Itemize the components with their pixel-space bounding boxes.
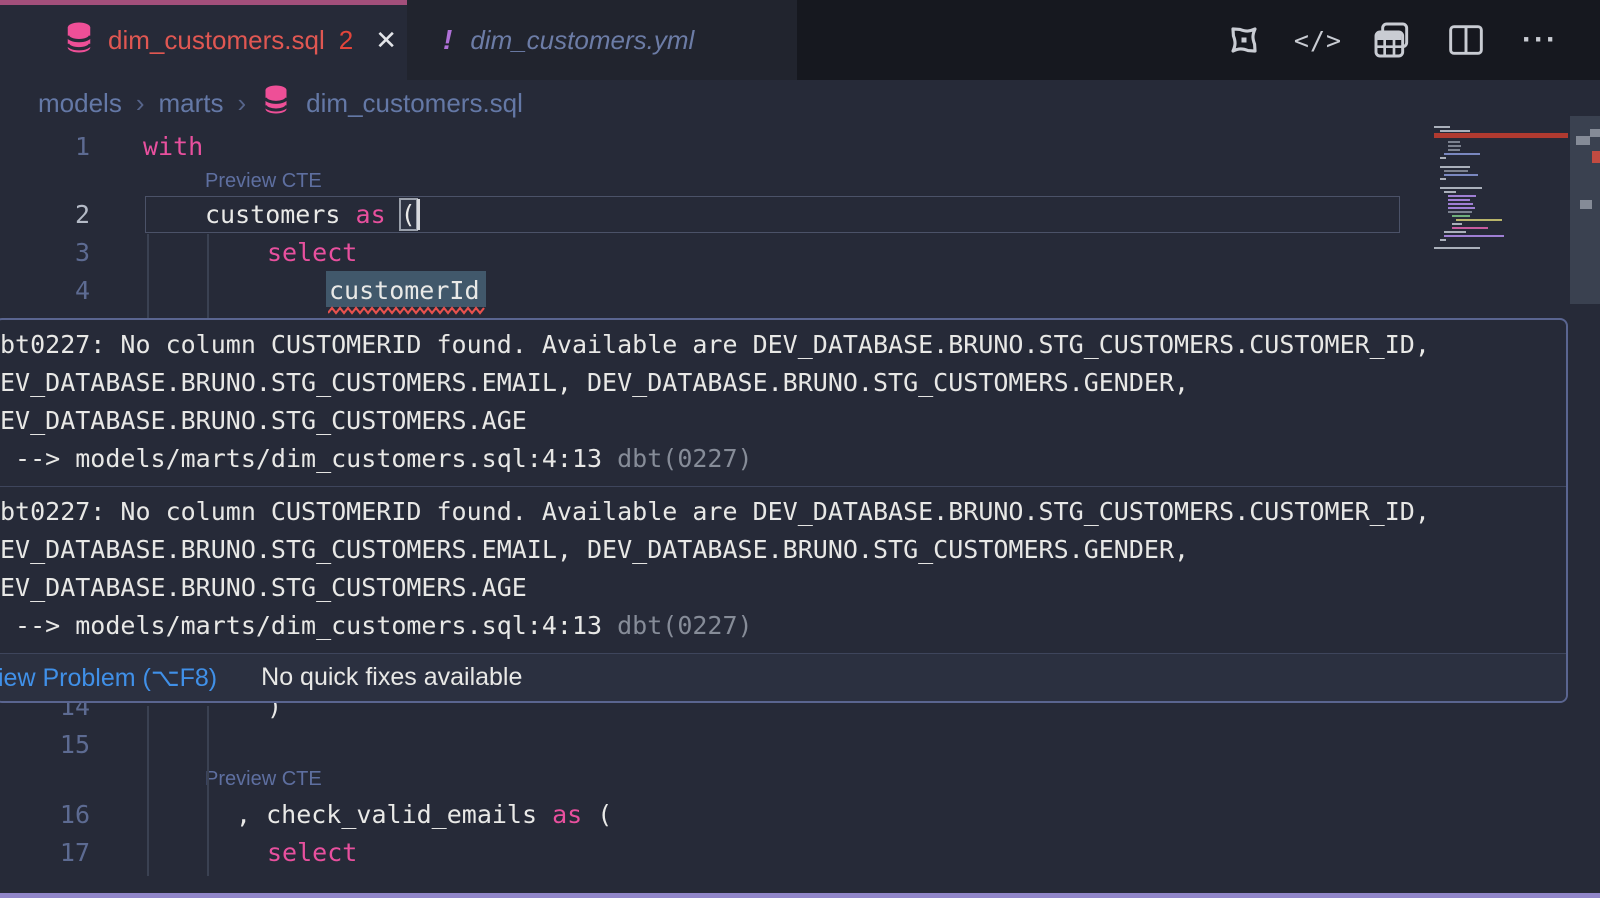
code-line-4[interactable]: 4 customerId xyxy=(0,272,1430,310)
tab-diagnostic-badge: 2 xyxy=(339,25,353,56)
diagnostic-text: EV_DATABASE.BRUNO.STG_CUSTOMERS.EMAIL, D… xyxy=(0,364,1562,402)
diagnostic-source: dbt(0227) xyxy=(617,444,752,473)
chevron-right-icon: › xyxy=(238,88,247,119)
code-token: ( xyxy=(597,800,612,829)
diagnostic-location: --> models/marts/dim_customers.sql:4:13 … xyxy=(0,440,1562,478)
code-token: select xyxy=(267,838,357,867)
error-squiggle xyxy=(328,303,486,313)
editor-window: dim_customers.sql 2 ✕ ! dim_customers.ym… xyxy=(0,0,1600,898)
close-icon[interactable]: ✕ xyxy=(375,25,397,56)
error-token: customerId xyxy=(329,276,480,305)
code-icon[interactable]: </> xyxy=(1296,18,1340,62)
diagnostic-text: EV_DATABASE.BRUNO.STG_CUSTOMERS.AGE xyxy=(0,402,1562,440)
line-number: 1 xyxy=(0,128,90,166)
split-editor-icon[interactable] xyxy=(1444,18,1488,62)
tab-dim-customers-yml[interactable]: ! dim_customers.yml xyxy=(407,0,797,80)
database-icon xyxy=(64,21,94,59)
editor-actions: </> ··· xyxy=(1222,0,1562,80)
breadcrumb-models[interactable]: models xyxy=(38,88,122,119)
code-line-1[interactable]: 1 with xyxy=(0,128,1430,166)
chevron-right-icon: › xyxy=(136,88,145,119)
window-bottom-border xyxy=(0,893,1600,898)
hover-status-bar: iew Problem (⌥F8) No quick fixes availab… xyxy=(0,653,1566,701)
no-quick-fixes-label: No quick fixes available xyxy=(261,663,522,692)
line-number: 16 xyxy=(0,796,90,834)
code-token: select xyxy=(267,238,357,267)
tab-bar: dim_customers.sql 2 ✕ ! dim_customers.ym… xyxy=(0,0,1600,80)
code-token: , check_valid_emails xyxy=(236,800,552,829)
more-actions-icon[interactable]: ··· xyxy=(1518,18,1562,62)
database-icon xyxy=(262,84,290,122)
copy-table-icon[interactable] xyxy=(1370,18,1414,62)
matched-bracket: ( xyxy=(401,200,416,229)
code-line-17[interactable]: 17 select xyxy=(0,834,1430,872)
view-problem-link[interactable]: iew Problem (⌥F8) xyxy=(0,663,217,693)
text-cursor xyxy=(417,199,420,230)
scrollbar[interactable] xyxy=(1570,100,1600,890)
breadcrumb-marts[interactable]: marts xyxy=(159,88,224,119)
tab-dim-customers-sql[interactable]: dim_customers.sql 2 ✕ xyxy=(0,0,407,80)
code-token: with xyxy=(143,132,203,161)
codelens-preview-cte[interactable]: Preview CTE xyxy=(205,166,322,196)
code-token: as xyxy=(356,200,401,229)
code-token: as xyxy=(552,800,597,829)
diagnostic-text: bt0227: No column CUSTOMERID found. Avai… xyxy=(0,493,1562,531)
tab-title: dim_customers.sql xyxy=(108,25,325,56)
dbt-logo-icon[interactable] xyxy=(1222,18,1266,62)
diagnostic-message: bt0227: No column CUSTOMERID found. Avai… xyxy=(0,320,1566,486)
diagnostic-text: bt0227: No column CUSTOMERID found. Avai… xyxy=(0,326,1562,364)
code-line-3[interactable]: 3 select xyxy=(0,234,1430,272)
line-number: 2 xyxy=(0,196,90,234)
diagnostic-text: EV_DATABASE.BRUNO.STG_CUSTOMERS.AGE xyxy=(0,569,1562,607)
code-line-2[interactable]: 2 customers as ( xyxy=(0,196,1430,234)
line-number: 17 xyxy=(0,834,90,872)
diagnostic-text: EV_DATABASE.BRUNO.STG_CUSTOMERS.EMAIL, D… xyxy=(0,531,1562,569)
diagnostic-message: bt0227: No column CUSTOMERID found. Avai… xyxy=(0,486,1566,653)
tab-title: dim_customers.yml xyxy=(470,25,694,56)
error-indicator-icon: ! xyxy=(443,24,452,56)
breadcrumb-file[interactable]: dim_customers.sql xyxy=(306,88,523,119)
error-hover-popup: bt0227: No column CUSTOMERID found. Avai… xyxy=(0,318,1568,703)
code-line-16[interactable]: 16 , check_valid_emails as ( xyxy=(0,796,1430,834)
breadcrumb: models › marts › dim_customers.sql xyxy=(38,82,523,124)
line-number: 4 xyxy=(0,272,90,310)
codelens-preview-cte[interactable]: Preview CTE xyxy=(205,764,322,794)
diagnostic-location: --> models/marts/dim_customers.sql:4:13 … xyxy=(0,607,1562,645)
code-token: customers xyxy=(205,200,356,229)
code-line-15[interactable]: 15 xyxy=(0,726,1430,764)
line-number: 15 xyxy=(0,726,90,764)
diagnostic-source: dbt(0227) xyxy=(617,611,752,640)
line-number: 3 xyxy=(0,234,90,272)
